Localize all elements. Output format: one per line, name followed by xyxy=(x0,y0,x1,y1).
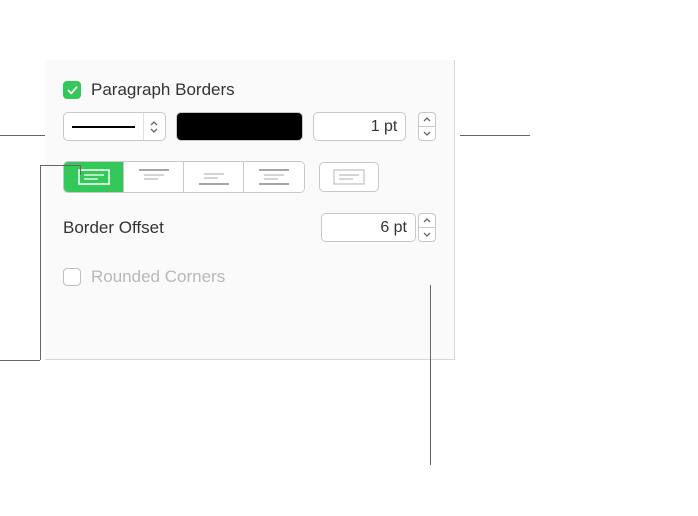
border-all-icon xyxy=(78,169,110,185)
border-outline-button[interactable] xyxy=(319,162,379,192)
weight-step-down-button[interactable] xyxy=(418,126,436,141)
chevron-down-icon xyxy=(423,232,431,237)
border-top-button[interactable] xyxy=(124,162,184,192)
border-offset-label: Border Offset xyxy=(63,218,164,238)
callout-line xyxy=(40,185,41,360)
rounded-corners-row: Rounded Corners xyxy=(63,267,436,287)
callout-line xyxy=(0,360,40,361)
border-bottom-icon xyxy=(198,169,230,185)
border-position-row xyxy=(63,161,436,193)
border-color-swatch[interactable] xyxy=(176,112,303,141)
border-offset-row: Border Offset 6 pt xyxy=(63,213,436,242)
border-weight-input[interactable]: 1 pt xyxy=(313,112,406,141)
callout-line xyxy=(0,135,45,136)
callout-line xyxy=(80,165,81,175)
border-offset-value: 6 pt xyxy=(380,219,407,237)
border-top-bottom-button[interactable] xyxy=(244,162,304,192)
border-offset-stepper xyxy=(418,213,436,242)
border-weight-value: 1 pt xyxy=(371,118,398,136)
callout-line xyxy=(430,285,431,465)
offset-step-up-button[interactable] xyxy=(418,213,436,227)
paragraph-borders-panel: Paragraph Borders 1 pt xyxy=(45,60,455,360)
border-position-segments xyxy=(63,161,305,193)
border-offset-controls: 6 pt xyxy=(321,213,436,242)
chevron-down-icon xyxy=(423,131,431,136)
chevron-up-icon xyxy=(423,218,431,223)
line-style-preview xyxy=(64,113,143,140)
border-weight-stepper xyxy=(418,112,436,141)
callout-line xyxy=(40,165,41,185)
offset-step-down-button[interactable] xyxy=(418,227,436,242)
chevron-up-icon xyxy=(423,117,431,122)
callout-line xyxy=(460,135,530,136)
border-outline-icon xyxy=(333,169,365,185)
weight-step-up-button[interactable] xyxy=(418,112,436,126)
chevron-down-icon xyxy=(143,113,165,140)
border-all-button[interactable] xyxy=(64,162,124,192)
line-solid-icon xyxy=(72,126,135,128)
paragraph-borders-checkbox[interactable] xyxy=(63,81,81,99)
rounded-corners-checkbox[interactable] xyxy=(63,268,81,286)
border-style-row: 1 pt xyxy=(63,112,436,141)
callout-line xyxy=(40,165,80,166)
border-bottom-button[interactable] xyxy=(184,162,244,192)
rounded-corners-label: Rounded Corners xyxy=(91,267,225,287)
paragraph-borders-toggle-row: Paragraph Borders xyxy=(63,80,436,100)
border-top-icon xyxy=(138,169,170,185)
checkmark-icon xyxy=(66,84,79,97)
border-top-bottom-icon xyxy=(258,169,290,185)
border-offset-input[interactable]: 6 pt xyxy=(321,213,416,242)
paragraph-borders-label: Paragraph Borders xyxy=(91,80,235,100)
line-style-select[interactable] xyxy=(63,112,166,141)
